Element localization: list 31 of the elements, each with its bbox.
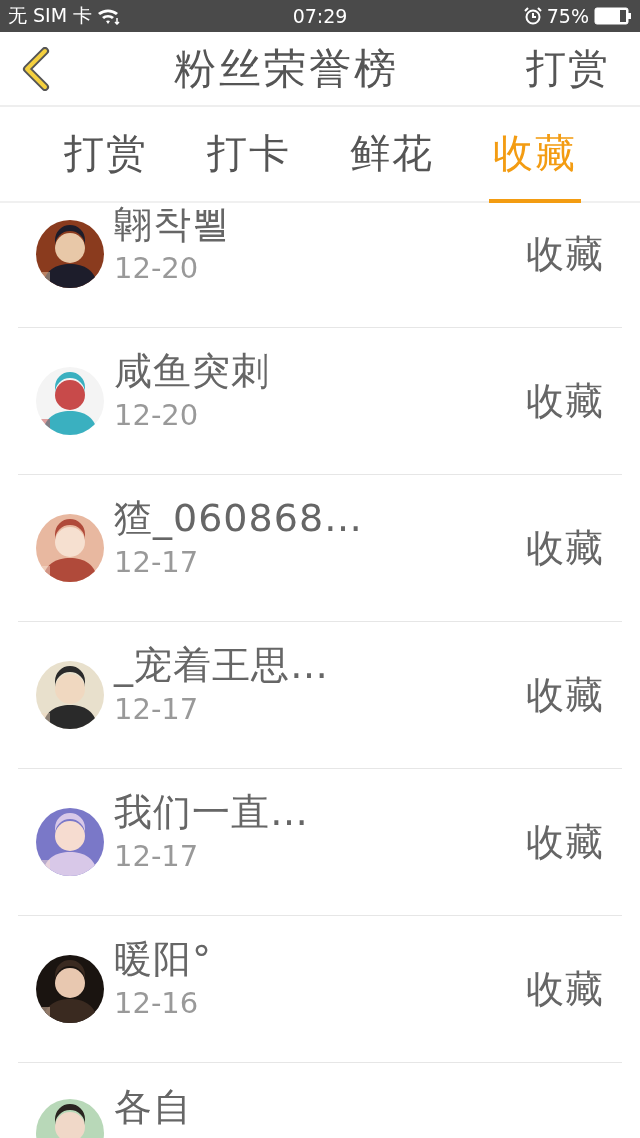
action-label: 收藏 (526, 965, 604, 1013)
alarm-icon (523, 7, 542, 25)
fan-name: _宠着王思… (114, 645, 330, 685)
fan-date: 12-17 (114, 544, 200, 580)
back-chevron-icon (21, 46, 51, 91)
fan-name: 猹_060868… (114, 498, 365, 538)
battery-percent: 75% (546, 5, 589, 27)
tab[interactable]: 鲜花 (345, 107, 438, 203)
battery-icon (594, 7, 632, 25)
wifi-icon (97, 7, 122, 25)
clock-text: 07:29 (292, 5, 348, 27)
action-label: 收藏 (526, 671, 604, 719)
action-label: 收藏 (526, 230, 604, 278)
carrier-text: 无 SIM 卡 (8, 3, 93, 28)
fan-name: 咸鱼突刺 (114, 351, 271, 391)
fan-date: 12-20 (114, 397, 200, 433)
fan-name: 暖阳° (114, 939, 213, 979)
tab[interactable]: 打卡 (202, 107, 295, 203)
fan-date: 12-17 (114, 838, 200, 874)
reward-link[interactable]: 打赏 (526, 41, 610, 96)
fan-date: 12-16 (114, 985, 200, 1021)
fan-date: 12-17 (114, 691, 200, 727)
fan-date: 12-20 (114, 250, 200, 286)
fan-name: 各自 (114, 1087, 193, 1127)
action-label: 收藏 (526, 524, 604, 572)
tab[interactable]: 打赏 (59, 107, 152, 203)
page-title: 粉丝荣誉榜 (172, 42, 400, 95)
action-label: 收藏 (526, 377, 604, 425)
action-label: 收藏 (526, 818, 604, 866)
fan-name: 我们一直… (114, 792, 310, 832)
fan-name: 翺착뾜 (114, 204, 232, 244)
